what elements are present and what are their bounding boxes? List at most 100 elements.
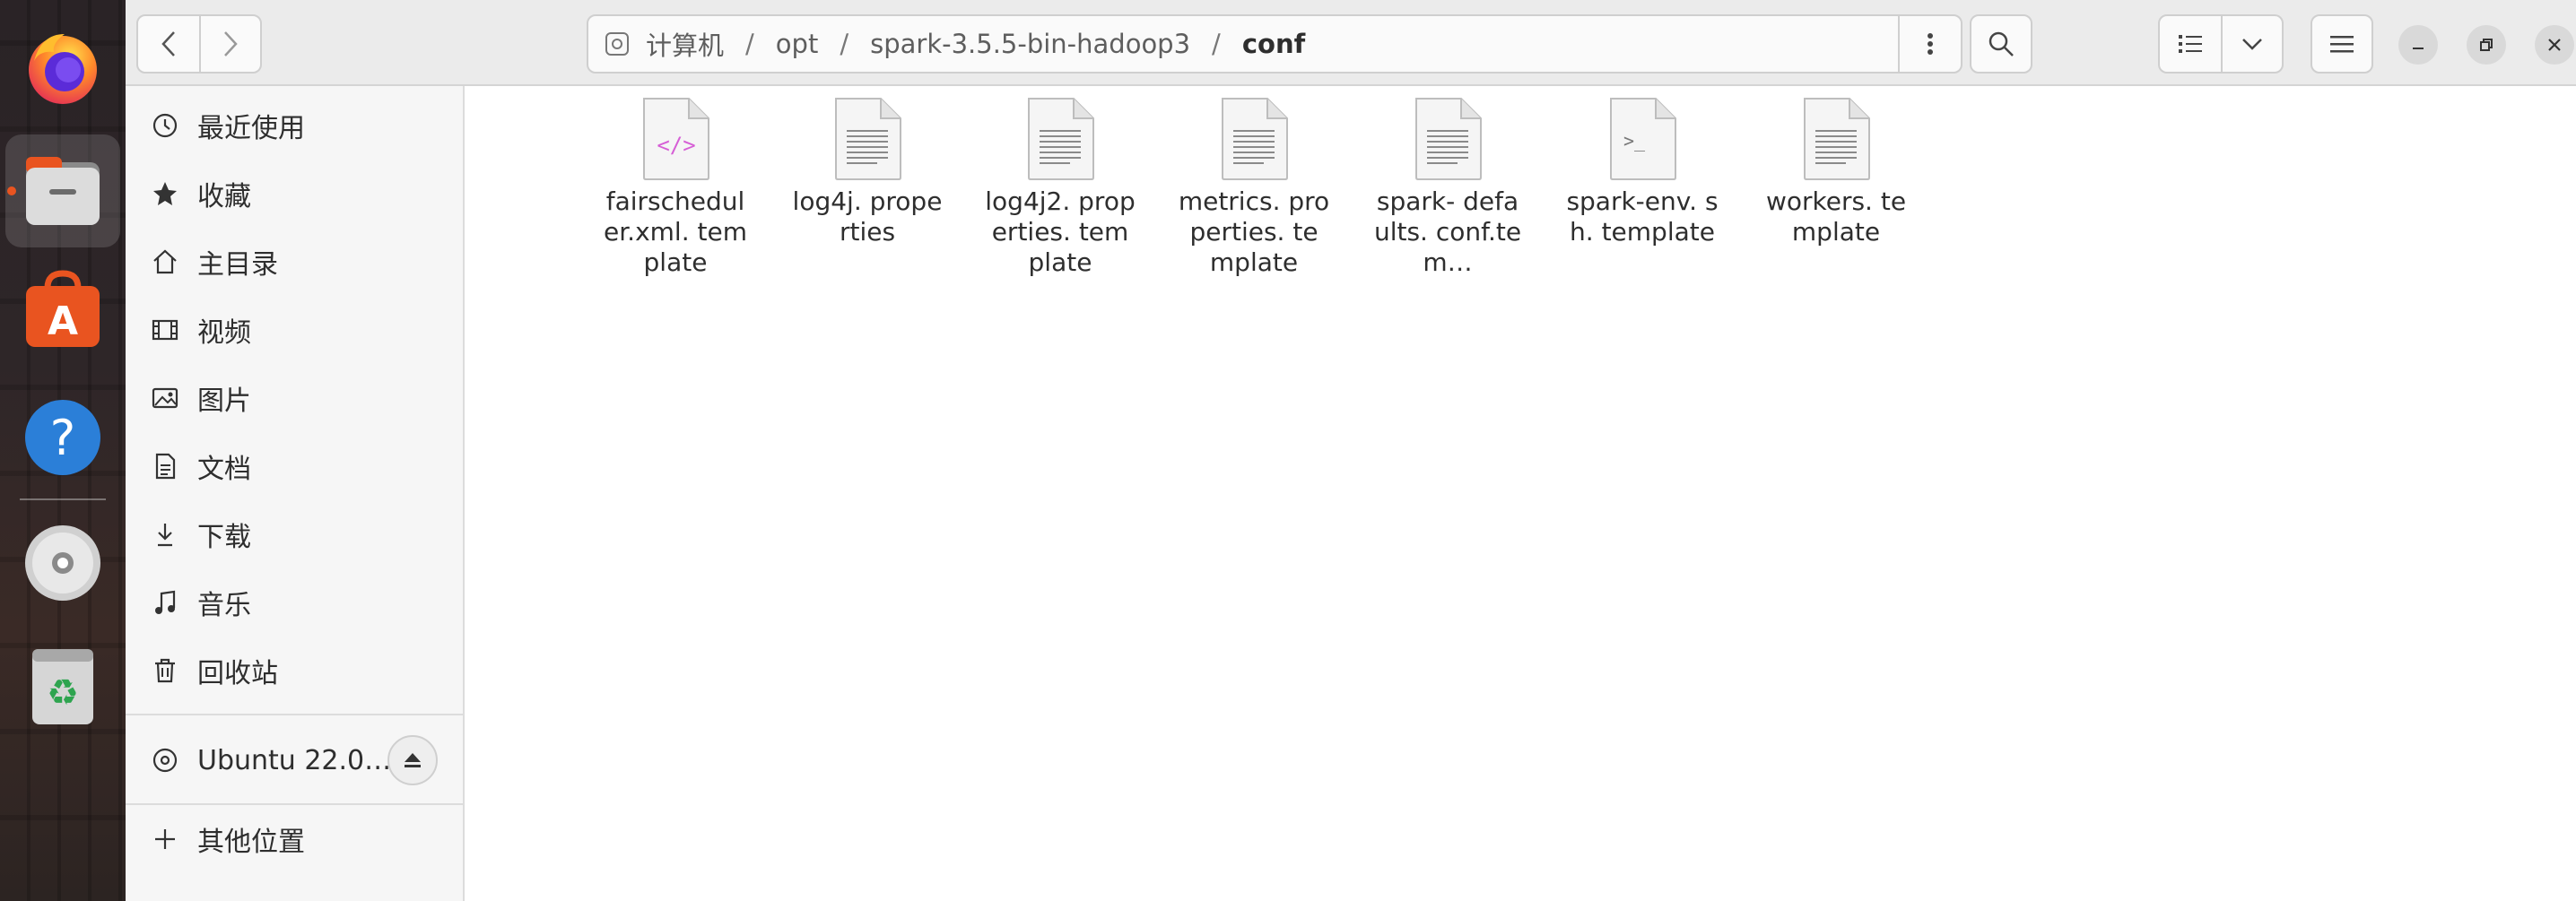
sidebar-item-label: 视频 (197, 317, 251, 349)
sidebar-item-label: 回收站 (197, 658, 278, 689)
sidebar-item-home[interactable]: 主目录 (126, 228, 463, 296)
svg-text:</>: </> (657, 133, 695, 158)
crumb-spark[interactable]: spark-3.5.5-bin-hadoop3 (865, 29, 1196, 59)
text-file-icon (835, 98, 901, 180)
crumb-computer[interactable]: 计算机 (640, 25, 729, 63)
star-icon (153, 182, 177, 205)
close-icon (2548, 39, 2561, 51)
sidebar-item-label: Ubuntu 22.0… (197, 744, 392, 776)
hamburger-icon (2330, 36, 2354, 53)
disc-icon (152, 748, 178, 773)
sidebar-item-trash[interactable]: 回收站 (126, 637, 463, 705)
sidebar-item-downloads[interactable]: 下载 (126, 500, 463, 568)
files-launcher[interactable] (5, 134, 120, 247)
help-icon: ? (25, 400, 100, 475)
sidebar-item-music[interactable]: 音乐 (126, 568, 463, 637)
sidebar-item-other-locations[interactable]: 其他位置 (126, 805, 463, 873)
file-item[interactable]: spark- defaults. conf.tem… (1371, 97, 1524, 278)
file-name: fairschedul er.xml. template (604, 186, 747, 277)
home-icon (153, 249, 177, 274)
view-toggle-group (2158, 14, 2284, 74)
back-button[interactable] (138, 16, 199, 72)
minimize-button[interactable] (2398, 25, 2438, 65)
main-menu-button[interactable] (2311, 14, 2373, 74)
sidebar-item-label: 图片 (197, 386, 251, 417)
plus-icon (155, 829, 175, 849)
file-item[interactable]: workers. template (1760, 97, 1912, 247)
list-view-button[interactable] (2160, 16, 2221, 72)
search-icon (1989, 31, 2014, 56)
drive-icon (605, 32, 629, 56)
svg-text:♻: ♻ (47, 672, 79, 714)
file-item[interactable]: </> fairschedul er.xml. template (599, 97, 752, 278)
sidebar: 最近使用 收藏 主目录 视频 图片 文档 下载 音乐 回收站 Ubuntu 22… (126, 86, 465, 901)
help-launcher[interactable]: ? (0, 384, 126, 491)
files-icon (26, 157, 100, 225)
forward-button[interactable] (198, 16, 260, 72)
sidebar-item-starred[interactable]: 收藏 (126, 160, 463, 228)
document-icon (155, 453, 176, 480)
restore-icon (2480, 39, 2493, 51)
vertical-dots-icon (1928, 33, 1933, 55)
svg-text:A: A (48, 299, 78, 344)
dvd-icon (25, 525, 100, 601)
nav-buttons (136, 14, 262, 74)
download-icon (158, 524, 172, 547)
sidebar-item-documents[interactable]: 文档 (126, 432, 463, 500)
film-icon (152, 319, 178, 341)
trash-icon (155, 658, 175, 683)
chevron-right-icon (224, 31, 238, 56)
file-name: spark-env. sh. template (1566, 186, 1719, 247)
firefox-launcher[interactable] (0, 13, 126, 120)
chevron-down-icon (2242, 39, 2262, 50)
music-icon (155, 590, 176, 614)
file-name: log4j2. properties. template (985, 186, 1136, 277)
file-name: workers. template (1765, 186, 1907, 247)
eject-icon (405, 753, 421, 767)
app-center-icon: A (26, 270, 100, 347)
close-button[interactable] (2535, 25, 2574, 65)
sidebar-item-label: 主目录 (197, 249, 278, 281)
sidebar-item-videos[interactable]: 视频 (126, 296, 463, 364)
crumb-conf[interactable]: conf (1237, 29, 1310, 59)
crumb-separator: / (745, 29, 754, 59)
path-bar: 计算机 / opt / spark-3.5.5-bin-hadoop3 / co… (587, 14, 1962, 74)
list-view-icon (2178, 35, 2202, 53)
dvd-launcher[interactable] (0, 509, 126, 617)
view-options-button[interactable] (2220, 16, 2282, 72)
file-manager-window: 计算机 / opt / spark-3.5.5-bin-hadoop3 / co… (126, 0, 2576, 901)
minimize-icon (2413, 48, 2424, 49)
file-name: spark- defaults. conf.tem… (1373, 186, 1522, 277)
sidebar-item-device[interactable]: Ubuntu 22.0… (126, 721, 463, 800)
script-file-icon: >_ (1610, 98, 1676, 180)
sidebar-item-recent[interactable]: 最近使用 (126, 91, 463, 160)
xml-file-icon: </> (643, 98, 709, 180)
eject-button[interactable] (387, 735, 438, 785)
maximize-button[interactable] (2467, 25, 2506, 65)
crumb-opt[interactable]: opt (770, 29, 824, 59)
image-icon (152, 387, 178, 409)
path-menu-button[interactable] (1898, 16, 1961, 72)
sidebar-item-label: 音乐 (197, 590, 251, 621)
file-item[interactable]: log4j2. properties. template (984, 97, 1136, 278)
sidebar-item-label: 最近使用 (197, 113, 305, 144)
file-grid: </> fairschedul er.xml. template log4j. … (465, 86, 2576, 901)
text-file-icon (1222, 98, 1288, 180)
crumb-separator: / (840, 29, 849, 59)
file-name: metrics. properties. template (1178, 186, 1330, 277)
app-center-launcher[interactable]: A (0, 256, 126, 364)
file-item[interactable]: >_ spark-env. sh. template (1566, 97, 1719, 247)
search-button[interactable] (1970, 14, 2032, 74)
dock-separator (20, 498, 106, 500)
breadcrumb: 计算机 / opt / spark-3.5.5-bin-hadoop3 / co… (588, 16, 1898, 72)
sidebar-item-label: 文档 (197, 454, 251, 485)
trash-launcher[interactable]: ♻ (0, 633, 126, 741)
sidebar-item-pictures[interactable]: 图片 (126, 364, 463, 432)
clock-icon (152, 113, 178, 138)
dock: A ? ♻ (0, 0, 126, 901)
file-item[interactable]: log4j. properties (791, 97, 944, 247)
chevron-left-icon (161, 31, 175, 56)
sidebar-item-label: 其他位置 (197, 827, 305, 858)
firefox-icon (29, 34, 97, 104)
file-item[interactable]: metrics. properties. template (1178, 97, 1330, 278)
